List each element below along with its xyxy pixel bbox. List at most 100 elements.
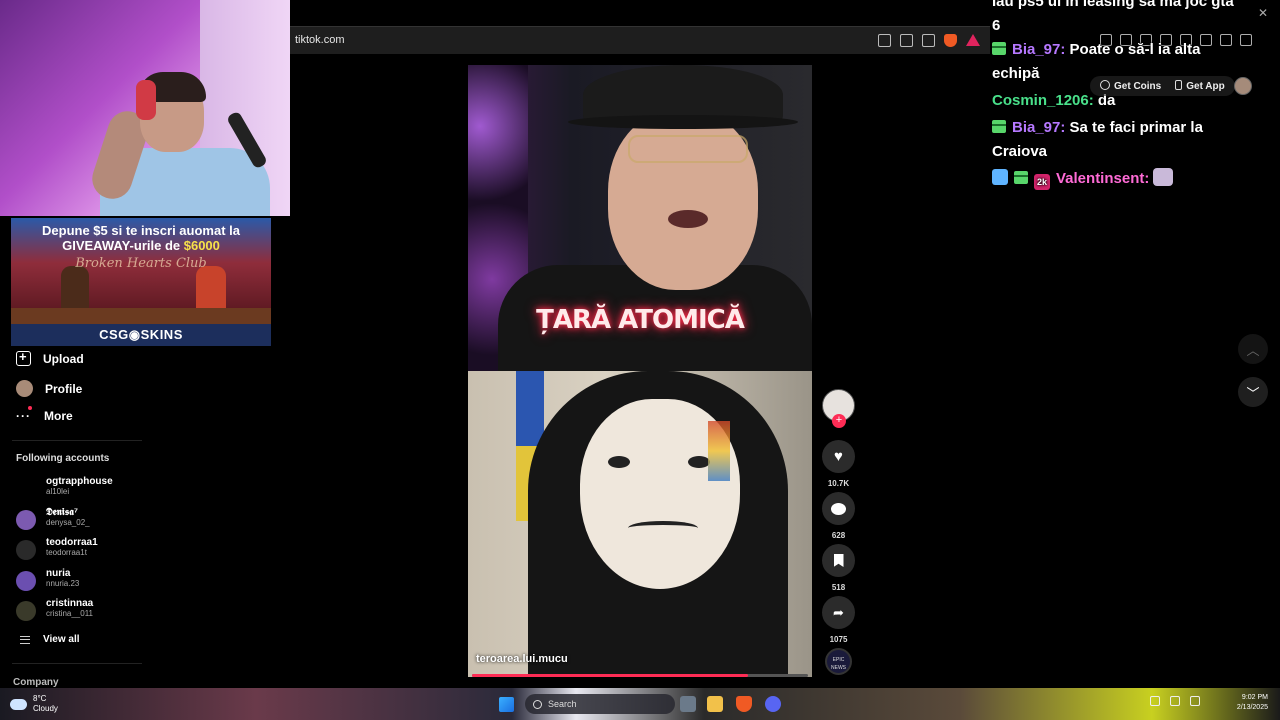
get-app-button[interactable]: Get App	[1175, 80, 1225, 92]
get-coins-button[interactable]: Get Coins	[1100, 80, 1161, 92]
taskbar-clock[interactable]: 9:02 PM 2/13/2025	[1230, 693, 1268, 713]
save-button[interactable]	[822, 544, 855, 577]
mask-paint	[708, 421, 730, 481]
brave-browser-icon[interactable]	[736, 696, 752, 712]
following-account[interactable]: ogtrapphouse al10lei	[16, 476, 216, 502]
following-account[interactable]: teodorraa1 teodorraa1t	[16, 537, 216, 563]
video-glasses	[628, 135, 748, 163]
chevron-up-tray-icon[interactable]	[1150, 696, 1160, 706]
follow-button[interactable]: +	[832, 414, 846, 428]
account-name: nuria	[46, 568, 71, 579]
browser-address-bar[interactable]: tiktok.com	[290, 26, 990, 54]
weather-condition: Cloudy	[33, 704, 58, 713]
coin-icon	[1100, 80, 1110, 90]
gift-badge-icon	[992, 120, 1006, 133]
promo-text-line2: GIVEAWAY-urile de $6000	[11, 238, 271, 253]
promo-text-prefix: GIVEAWAY-urile de	[62, 238, 184, 253]
previous-video-button[interactable]: ︿	[1238, 334, 1268, 364]
chevron-down-icon: ﹀	[1246, 385, 1260, 401]
following-accounts-heading: Following accounts	[16, 453, 110, 464]
windows-taskbar: 8°C Cloudy Search 9:02 PM 2/13/2025	[0, 688, 1280, 720]
account-handle: denysa_02_	[46, 518, 90, 527]
chat-username: Cosmin_1206:	[992, 92, 1094, 109]
sidebar-item-profile[interactable]: Profile	[16, 380, 82, 397]
profile-icon	[16, 380, 33, 397]
heart-icon	[834, 448, 843, 465]
share-page-icon[interactable]	[922, 34, 935, 47]
clock-time: 9:02 PM	[1241, 694, 1268, 701]
account-name: cristinnaa	[46, 598, 94, 609]
stream-chat-overlay: Iau ps5 ul în leasing să mă joc gta 6 Bi…	[992, 0, 1280, 200]
following-account[interactable]: nuria nnuria.23	[16, 568, 216, 594]
windows-start-icon[interactable]	[499, 697, 514, 712]
promo-banner[interactable]: Depune $5 si te inscri auomat la GIVEAWA…	[11, 218, 271, 346]
account-handle: teodorraa1t	[46, 548, 87, 557]
promo-text-line1: Depune $5 si te inscri auomat la	[42, 223, 240, 238]
comment-action[interactable]: 628	[822, 492, 855, 540]
discord-icon[interactable]	[765, 696, 781, 712]
video-progress-bar[interactable]	[472, 674, 808, 677]
like-button[interactable]	[822, 440, 855, 473]
save-action[interactable]: 518	[822, 544, 855, 592]
share-button[interactable]	[822, 596, 855, 629]
video-author[interactable]: teroarea.lui.mucu	[476, 653, 568, 665]
file-explorer-icon[interactable]	[707, 696, 723, 712]
account-handle: al10lei	[46, 487, 70, 496]
mask-eye	[608, 456, 630, 468]
video-mouth	[668, 210, 708, 228]
comment-icon	[831, 502, 846, 515]
following-account[interactable]: 𝕯𝖊𝖓𝖎𝖘𝖆⁷ denysa_02_	[16, 507, 216, 533]
get-coins-label: Get Coins	[1114, 81, 1162, 92]
weather-temp: 8°C	[33, 694, 47, 703]
chevron-up-icon: ︿	[1246, 342, 1260, 358]
mask-eye	[688, 456, 710, 468]
next-video-button[interactable]: ﹀	[1238, 377, 1268, 407]
speaker-icon[interactable]	[1170, 696, 1180, 706]
account-avatar	[16, 510, 36, 530]
view-all-button[interactable]: View all	[20, 634, 80, 645]
clock-date: 2/13/2025	[1236, 704, 1268, 711]
chat-username: Valentinsent:	[1056, 170, 1150, 187]
promo-brand: CSG◉SKINS	[11, 324, 271, 346]
chat-username: Bia_97:	[1012, 119, 1066, 136]
mask-mustache	[628, 521, 698, 535]
company-link[interactable]: Company	[13, 677, 59, 688]
video-bottom-panel	[468, 371, 812, 677]
chat-message: Bia_97: Sa te faci primar la Craiova	[992, 116, 1252, 164]
no-cast-icon[interactable]	[878, 34, 891, 47]
taskbar-search[interactable]: Search	[525, 694, 675, 714]
music-disc-icon[interactable]: EPIC NEWS	[825, 648, 852, 675]
list-icon	[20, 635, 30, 644]
streamer-webcam	[0, 0, 290, 216]
video-player[interactable]: ȚARĂ ATOMICĂ teroarea.lui.mucu	[468, 65, 812, 677]
brave-rewards-icon[interactable]	[966, 34, 980, 46]
video-hat-brim	[568, 115, 798, 129]
chat-username: Bia_97:	[1012, 41, 1066, 58]
phone-icon	[1175, 80, 1183, 90]
sidebar-item-label: More	[44, 409, 73, 423]
account-name: teodorraa1	[46, 537, 98, 548]
task-view-icon[interactable]	[680, 696, 696, 712]
video-progress-fill	[472, 674, 748, 677]
url-text[interactable]: tiktok.com	[295, 34, 345, 46]
weather-widget[interactable]: 8°C Cloudy	[10, 694, 58, 714]
install-app-icon[interactable]	[900, 34, 913, 47]
brave-shields-icon[interactable]	[944, 34, 957, 47]
chat-text: Sa te faci primar la	[1069, 119, 1203, 136]
sidebar-divider	[12, 663, 142, 664]
sidebar-item-upload[interactable]: Upload	[16, 349, 84, 366]
gift-count-badge: 2k	[1034, 174, 1050, 190]
following-account[interactable]: cristinnaa cristina__011	[16, 598, 216, 624]
comment-button[interactable]	[822, 492, 855, 525]
promo-club-sign: Broken Hearts Club	[75, 256, 207, 271]
share-action[interactable]: 1075	[822, 596, 855, 644]
account-name: ogtrapphouse	[46, 476, 113, 487]
address-bar-icons	[878, 34, 980, 47]
search-icon	[533, 699, 542, 709]
user-avatar[interactable]	[1234, 77, 1252, 95]
sidebar-item-more[interactable]: ··· More	[16, 406, 73, 423]
like-action[interactable]: 10.7K	[822, 440, 855, 488]
battery-icon[interactable]	[1190, 696, 1200, 706]
headset-icon	[136, 80, 156, 120]
account-handle: cristina__011	[46, 609, 93, 618]
